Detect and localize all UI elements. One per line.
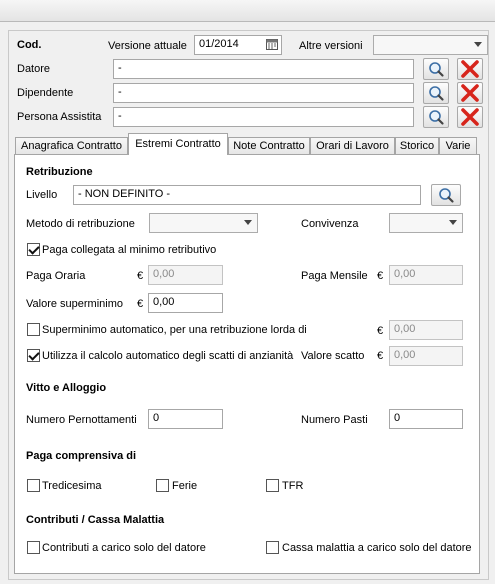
tfr-checkbox[interactable] bbox=[266, 479, 279, 492]
valore-scatto-label: Valore scatto bbox=[301, 350, 365, 362]
contributi-datore-checkbox[interactable] bbox=[27, 541, 40, 554]
magnifier-icon bbox=[429, 62, 444, 77]
superminimo-automatico-field[interactable]: 0,00 bbox=[389, 320, 463, 340]
pasti-field[interactable]: 0 bbox=[389, 409, 463, 429]
cassa-malattia-label: Cassa malattia a carico solo del datore bbox=[282, 542, 472, 554]
tab-storico[interactable]: Storico bbox=[395, 137, 439, 155]
dipendente-search-button[interactable] bbox=[423, 82, 449, 104]
paga-comprensiva-title: Paga comprensiva di bbox=[26, 450, 137, 462]
pasti-value: 0 bbox=[394, 412, 401, 424]
paga-collegata-label: Paga collegata al minimo retributivo bbox=[42, 244, 217, 256]
top-toolbar bbox=[0, 0, 495, 22]
persona-assistita-search-button[interactable] bbox=[423, 106, 449, 128]
paga-mensile-label: Paga Mensile bbox=[301, 270, 368, 282]
tab-label: Orari di Lavoro bbox=[316, 140, 389, 152]
superminimo-automatico-label: Superminimo automatico, per una retribuz… bbox=[42, 324, 307, 336]
calendar-icon[interactable] bbox=[266, 38, 278, 50]
ferie-checkbox[interactable] bbox=[156, 479, 169, 492]
persona-assistita-field[interactable]: - bbox=[113, 107, 414, 127]
tab-label: Estremi Contratto bbox=[135, 138, 221, 150]
datore-value: - bbox=[118, 62, 122, 74]
cassa-malattia-checkbox[interactable] bbox=[266, 541, 279, 554]
superminimo-automatico-currency: € bbox=[377, 325, 384, 337]
pernottamenti-field[interactable]: 0 bbox=[148, 409, 223, 429]
magnifier-icon bbox=[429, 86, 444, 101]
tab-label: Note Contratto bbox=[233, 140, 305, 152]
persona-assistita-value: - bbox=[118, 110, 122, 122]
livello-value: - NON DEFINITO - bbox=[78, 188, 171, 200]
tab-anagrafica-contratto[interactable]: Anagrafica Contratto bbox=[15, 137, 128, 155]
tab-label: Varie bbox=[445, 140, 471, 152]
paga-mensile-field[interactable]: 0,00 bbox=[389, 265, 463, 285]
magnifier-icon bbox=[429, 110, 444, 125]
persona-assistita-label: Persona Assistita bbox=[17, 111, 102, 123]
chevron-down-icon bbox=[474, 42, 482, 47]
superminimo-automatico-checkbox[interactable] bbox=[27, 323, 40, 336]
superminimo-currency: € bbox=[137, 298, 144, 310]
paga-oraria-currency: € bbox=[137, 270, 144, 282]
scatti-anzianita-label: Utilizza il calcolo automatico degli sca… bbox=[42, 350, 294, 362]
datore-label: Datore bbox=[17, 63, 51, 75]
superminimo-label: Valore superminimo bbox=[26, 298, 124, 310]
tab-orari-di-lavoro[interactable]: Orari di Lavoro bbox=[310, 137, 395, 155]
retribuzione-title: Retribuzione bbox=[26, 166, 93, 178]
ferie-label: Ferie bbox=[172, 480, 198, 492]
superminimo-value: 0,00 bbox=[153, 296, 175, 308]
altre-versioni-select[interactable] bbox=[373, 35, 488, 55]
magnifier-icon bbox=[439, 188, 454, 203]
scatti-anzianita-checkbox[interactable] bbox=[27, 349, 40, 362]
dipendente-field[interactable]: - bbox=[113, 83, 414, 103]
valore-scatto-currency: € bbox=[377, 350, 384, 362]
livello-label: Livello bbox=[26, 189, 58, 201]
paga-oraria-field[interactable]: 0,00 bbox=[148, 265, 223, 285]
valore-scatto-field[interactable]: 0,00 bbox=[389, 346, 463, 366]
paga-oraria-label: Paga Oraria bbox=[26, 270, 86, 282]
red-x-icon bbox=[461, 108, 479, 126]
altre-versioni-label: Altre versioni bbox=[299, 40, 363, 52]
pasti-label: Numero Pasti bbox=[301, 414, 368, 426]
datore-delete-button[interactable] bbox=[457, 58, 483, 80]
tredicesima-label: Tredicesima bbox=[42, 480, 102, 492]
livello-field[interactable]: - NON DEFINITO - bbox=[73, 185, 421, 205]
chevron-down-icon bbox=[449, 220, 457, 225]
tab-note-contratto[interactable]: Note Contratto bbox=[228, 137, 310, 155]
tfr-label: TFR bbox=[282, 480, 304, 492]
tab-estremi-contratto[interactable]: Estremi Contratto bbox=[128, 133, 228, 155]
valore-scatto-value: 0,00 bbox=[394, 349, 416, 361]
paga-mensile-currency: € bbox=[377, 270, 384, 282]
datore-field[interactable]: - bbox=[113, 59, 414, 79]
convivenza-label: Convivenza bbox=[301, 218, 359, 230]
versione-attuale-label: Versione attuale bbox=[108, 40, 187, 52]
paga-oraria-value: 0,00 bbox=[153, 268, 175, 280]
cod-label: Cod. bbox=[17, 39, 42, 51]
tab-label: Anagrafica Contratto bbox=[21, 140, 122, 152]
convivenza-select[interactable] bbox=[389, 213, 463, 233]
tab-varie[interactable]: Varie bbox=[439, 137, 477, 155]
pernottamenti-value: 0 bbox=[153, 412, 160, 424]
metodo-retribuzione-select[interactable] bbox=[149, 213, 258, 233]
superminimo-automatico-value: 0,00 bbox=[394, 323, 416, 335]
chevron-down-icon bbox=[244, 220, 252, 225]
dipendente-label: Dipendente bbox=[17, 87, 74, 99]
pernottamenti-label: Numero Pernottamenti bbox=[26, 414, 137, 426]
tab-label: Storico bbox=[399, 140, 435, 152]
versione-attuale-value: 01/2014 bbox=[199, 38, 239, 50]
red-x-icon bbox=[461, 60, 479, 78]
persona-assistita-delete-button[interactable] bbox=[457, 106, 483, 128]
livello-search-button[interactable] bbox=[431, 184, 461, 206]
dipendente-delete-button[interactable] bbox=[457, 82, 483, 104]
paga-mensile-value: 0,00 bbox=[394, 268, 416, 280]
superminimo-field[interactable]: 0,00 bbox=[148, 293, 223, 313]
dipendente-value: - bbox=[118, 86, 122, 98]
contributi-datore-label: Contributi a carico solo del datore bbox=[42, 542, 206, 554]
red-x-icon bbox=[461, 84, 479, 102]
paga-collegata-checkbox[interactable] bbox=[27, 243, 40, 256]
vitto-alloggio-title: Vitto e Alloggio bbox=[26, 382, 107, 394]
datore-search-button[interactable] bbox=[423, 58, 449, 80]
metodo-retribuzione-label: Metodo di retribuzione bbox=[26, 218, 135, 230]
tredicesima-checkbox[interactable] bbox=[27, 479, 40, 492]
contributi-title: Contributi / Cassa Malattia bbox=[26, 514, 165, 526]
